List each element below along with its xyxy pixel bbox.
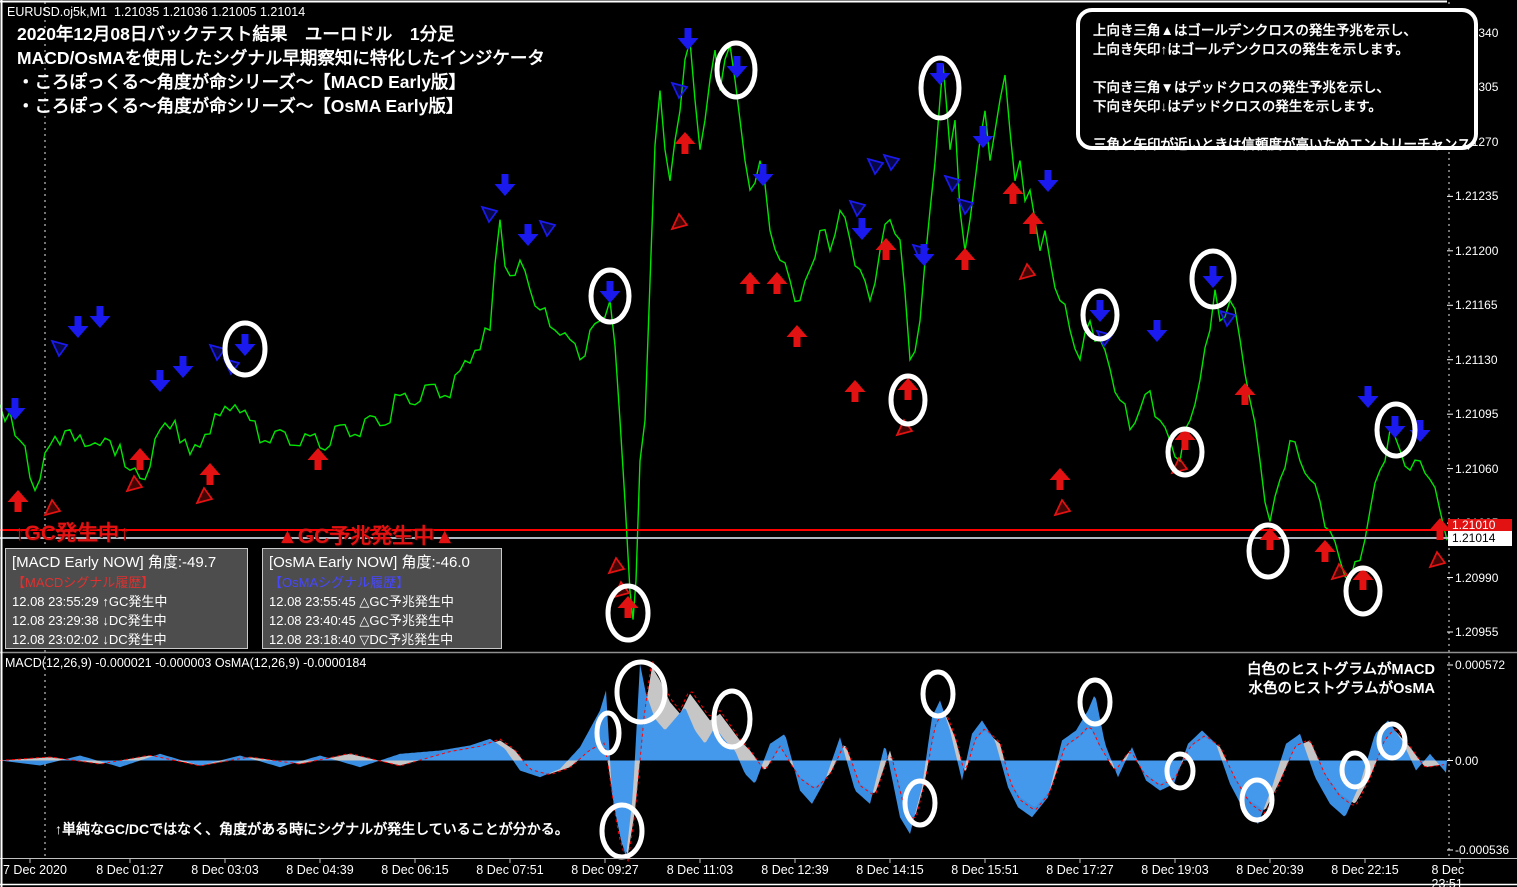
price-axis-label: 1.21130 [1455, 352, 1498, 367]
bottom-annotation: ↑単純なGC/DCではなく、角度がある時にシグナルが発生していることが分かる。 [55, 821, 569, 837]
legend-line-7: 三角と矢印が近いときは信頼度が高いためエントリーチャンス [1093, 137, 1471, 152]
mt4-chart-window: EURUSD.oj5k,M1 1.21035 1.21036 1.21005 1… [0, 0, 1517, 887]
osma-signal-status-label: ▲GC予兆発生中▲ [277, 525, 456, 548]
time-axis-label: 8 Dec 12:39 [761, 863, 829, 877]
indicator-axis-label: 0.000572 [1455, 658, 1506, 672]
time-axis-label: 8 Dec 03:03 [191, 863, 259, 877]
histogram-legend-osma: 水色のヒストグラムがOsMA [1248, 681, 1435, 697]
osma-history-row: 12.08 23:18:40 ▽DC予兆発生中 [269, 632, 454, 647]
osma-history-row: 12.08 23:55:45 △GC予兆発生中 [269, 594, 454, 609]
osma-history-rows: 12.08 23:55:45 △GC予兆発生中 12.08 23:40:45 △G… [269, 592, 495, 649]
price-axis-label: 1.21200 [1455, 243, 1499, 258]
backtest-header: 2020年12月08日バックテスト結果 ユーロドル 1分足 MACD/OsMAを… [17, 22, 545, 118]
time-axis-label: 8 Dec 11:03 [666, 863, 734, 877]
header-line-3: ・ころぽっくる～角度が命シリーズ～【MACD Early版】 [17, 72, 466, 92]
price-axis-label: 1.20955 [1455, 625, 1499, 639]
legend-line-2: 上向き矢印↑はゴールデンクロスの発生を示します。 [1093, 42, 1409, 57]
macd-history-rows: 12.08 23:55:29 ↑GC発生中 12.08 23:29:38 ↓DC発… [12, 592, 241, 649]
time-axis-label: 8 Dec 20:39 [1236, 863, 1304, 877]
histogram-legend: 白色のヒストグラムがMACD 水色のヒストグラムがOsMA [1247, 661, 1435, 699]
macd-history-title: 【MACDシグナル履歴】 [12, 575, 155, 590]
header-line-4: ・ころぽっくる～角度が命シリーズ～【OsMA Early版】 [17, 96, 464, 116]
time-axis-label: 8 Dec 14:15 [856, 863, 924, 877]
legend-line-5: 下向き矢印↓はデッドクロスの発生を示します。 [1093, 99, 1382, 114]
legend-line-3 [1093, 59, 1474, 78]
price-axis-label: 1.21165 [1455, 298, 1498, 313]
symbol-period-label: EURUSD.oj5k,M1 [7, 5, 108, 19]
legend-line-1: 上向き三角▲はゴールデンクロスの発生予兆を示し、 [1093, 23, 1417, 38]
macd-early-panel: [MACD Early NOW] 角度:-49.7 【MACDシグナル履歴】 1… [5, 548, 248, 649]
time-axis-label: 8 Dec 22:15 [1331, 863, 1399, 877]
signal-legend-box: 上向き三角▲はゴールデンクロスの発生予兆を示し、 上向き矢印↑はゴールデンクロスの… [1076, 8, 1478, 152]
osma-panel-title: [OsMA Early NOW] 角度:-46.0 [269, 554, 470, 571]
time-axis-label: 8 Dec 07:51 [476, 863, 544, 877]
price-axis-label: 1.21235 [1455, 189, 1499, 204]
time-axis-label: 8 Dec 17:27 [1046, 863, 1114, 877]
time-axis-label: 8 Dec 19:03 [1141, 863, 1209, 877]
header-line-1: 2020年12月08日バックテスト結果 ユーロドル 1分足 [17, 24, 455, 44]
osma-early-panel: [OsMA Early NOW] 角度:-46.0 【OsMAシグナル履歴】 1… [262, 548, 502, 649]
price-axis-label: 1.20990 [1455, 570, 1499, 585]
macd-history-row: 12.08 23:29:38 ↓DC発生中 [12, 613, 167, 628]
histogram-legend-macd: 白色のヒストグラムがMACD [1246, 662, 1435, 678]
time-axis-label: 8 Dec 15:51 [951, 863, 1019, 877]
time-axis-label: 8 Dec 06:15 [381, 863, 449, 877]
osma-history-row: 12.08 23:40:45 △GC予兆発生中 [269, 613, 454, 628]
price-axis-label: 1.21060 [1455, 461, 1499, 476]
legend-line-4: 下向き三角▼はデッドクロスの発生予兆を示し、 [1093, 80, 1390, 95]
indicator-axis-label: 0.00 [1455, 753, 1479, 768]
time-axis-label: 8 Dec 01:27 [96, 863, 164, 877]
bid-price-tag: 1.21014 [1448, 531, 1512, 546]
macd-signal-status-label: ↑GC発生中↑ [14, 522, 130, 545]
indicator-axis-label: -0.000536 [1455, 843, 1510, 857]
macd-history-row: 12.08 23:55:29 ↑GC発生中 [12, 594, 168, 609]
window-title: EURUSD.oj5k,M1 1.21035 1.21036 1.21005 1… [7, 5, 305, 19]
time-axis-label: 8 Dec 09:27 [571, 863, 639, 877]
macd-panel-title: [MACD Early NOW] 角度:-49.7 [12, 554, 217, 571]
time-axis-label: 8 Dec 23:51 [1431, 863, 1465, 887]
time-axis-label: 7 Dec 2020 [3, 863, 67, 877]
time-axis-label: 8 Dec 04:39 [286, 863, 354, 877]
legend-line-6 [1093, 116, 1474, 135]
header-line-2: MACD/OsMAを使用したシグナル早期察知に特化したインジケータ [17, 48, 545, 68]
osma-history-title: 【OsMAシグナル履歴】 [269, 575, 410, 590]
ohlc-values: 1.21035 1.21036 1.21005 1.21014 [113, 5, 306, 19]
indicator-values-label: MACD(12,26,9) -0.000021 -0.000003 OsMA(1… [5, 656, 367, 670]
price-axis-label: 1.21095 [1455, 407, 1499, 422]
macd-history-row: 12.08 23:02:02 ↓DC発生中 [12, 632, 167, 647]
